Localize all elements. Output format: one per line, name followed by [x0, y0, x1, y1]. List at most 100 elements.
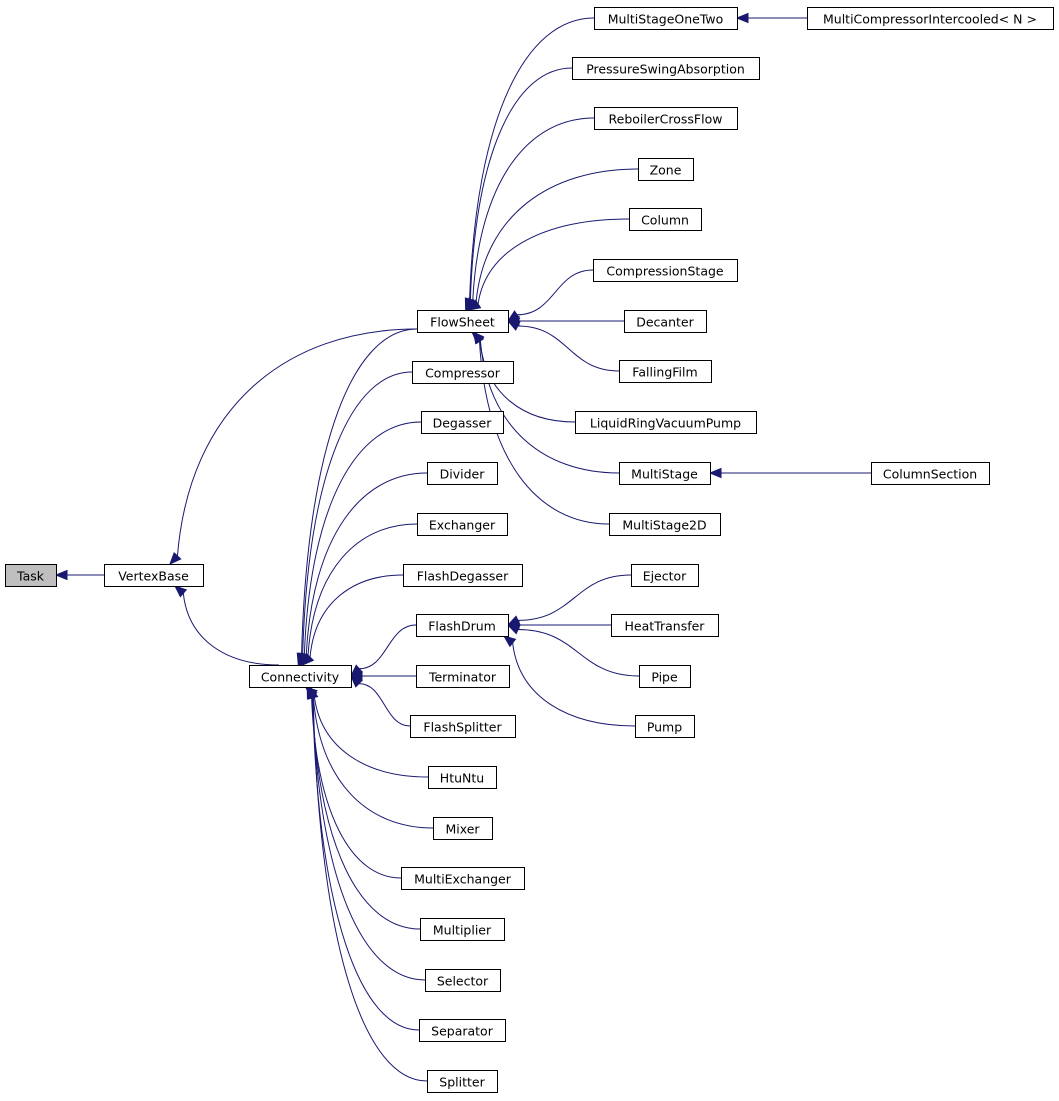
class-node-mixer[interactable]: Mixer	[433, 817, 493, 840]
class-node-compression-stage[interactable]: CompressionStage	[593, 259, 738, 282]
edge-line	[312, 697, 420, 1031]
class-node-exchanger[interactable]: Exchanger	[417, 513, 508, 536]
edge-exchanger-to-connectivity	[300, 523, 418, 667]
class-node-connectivity[interactable]: Connectivity	[249, 665, 352, 688]
node-label: Pipe	[651, 670, 678, 685]
edge-compressor-to-connectivity	[297, 371, 413, 667]
class-node-pump[interactable]: Pump	[635, 715, 695, 738]
node-label: FlashSplitter	[423, 720, 502, 735]
class-node-terminator[interactable]: Terminator	[416, 665, 510, 688]
edge-line	[469, 67, 573, 300]
node-label: MultiStageOneTwo	[608, 12, 724, 27]
edge-line	[479, 340, 620, 474]
node-label: Compressor	[425, 366, 501, 381]
class-node-separator[interactable]: Separator	[419, 1019, 506, 1042]
class-node-htu-ntu[interactable]: HtuNtu	[428, 766, 497, 789]
edge-line	[311, 697, 426, 981]
edge-zone-to-flow-sheet	[467, 168, 639, 311]
arrow-head-icon	[506, 320, 521, 331]
node-label: Divider	[440, 467, 486, 482]
node-label: Decanter	[636, 315, 694, 330]
node-label: CompressionStage	[606, 264, 724, 279]
node-label: Pump	[647, 720, 682, 735]
node-label: Connectivity	[261, 670, 340, 685]
node-label: Task	[16, 569, 45, 584]
class-node-ejector[interactable]: Ejector	[631, 564, 699, 587]
edge-multi-compressor-intercooled-to-multi-stage-one-two	[735, 12, 807, 24]
arrow-head-icon	[502, 635, 517, 648]
class-node-column-section[interactable]: ColumnSection	[871, 462, 990, 485]
class-node-multi-stage2-d[interactable]: MultiStage2D	[609, 513, 721, 536]
edge-line	[475, 168, 639, 303]
edge-reboiler-cross-flow-to-flow-sheet	[466, 117, 595, 312]
class-node-selector[interactable]: Selector	[425, 969, 501, 992]
node-label: Separator	[431, 1024, 494, 1039]
class-node-multiplier[interactable]: Multiplier	[420, 918, 505, 941]
class-node-falling-film[interactable]: FallingFilm	[619, 360, 712, 383]
arrow-head-icon	[506, 624, 521, 635]
node-label: Splitter	[439, 1075, 485, 1090]
node-label: MultiStage2D	[622, 518, 706, 533]
class-node-vertex-base[interactable]: VertexBase	[104, 564, 204, 587]
class-node-multi-exchanger[interactable]: MultiExchanger	[401, 867, 525, 890]
edge-line	[512, 642, 636, 727]
class-node-reboiler-cross-flow[interactable]: ReboilerCrossFlow	[594, 107, 738, 130]
arrow-head-icon	[54, 569, 68, 581]
class-node-flow-sheet[interactable]: FlowSheet	[417, 310, 509, 333]
node-label: ReboilerCrossFlow	[609, 112, 723, 127]
node-label: MultiCompressorIntercooled< N >	[823, 12, 1037, 27]
edge-separator-to-connectivity	[307, 685, 420, 1031]
node-label: Ejector	[643, 569, 687, 584]
inheritance-graph: Task VertexBase FlowSheet Connectivity Multi…	[5, 7, 1054, 1093]
class-node-liquid-ring-vacuum-pump[interactable]: LiquidRingVacuumPump	[575, 411, 757, 434]
class-node-task: Task	[5, 564, 57, 587]
edge-line	[517, 325, 620, 372]
class-node-degasser[interactable]: Degasser	[421, 411, 504, 434]
edge-line	[302, 371, 413, 655]
class-node-column[interactable]: Column	[629, 208, 702, 231]
edge-vertex-base-to-task	[54, 569, 104, 581]
class-node-multi-stage[interactable]: MultiStage	[619, 462, 711, 485]
arrow-head-icon	[473, 330, 485, 345]
node-label: Zone	[650, 163, 682, 178]
edge-flow-sheet-to-vertex-base	[169, 328, 418, 565]
edge-line	[303, 421, 422, 655]
class-node-flash-drum[interactable]: FlashDrum	[416, 614, 509, 637]
node-label: PressureSwingAbsorption	[586, 62, 745, 77]
class-node-pipe[interactable]: Pipe	[639, 665, 691, 688]
node-label: FlashDegasser	[417, 569, 509, 584]
node-label: Selector	[437, 974, 489, 989]
class-node-compressor[interactable]: Compressor	[412, 361, 514, 384]
node-label: ColumnSection	[883, 467, 977, 482]
edge-multi-exchanger-to-connectivity	[306, 685, 402, 879]
node-label: Degasser	[433, 416, 493, 431]
edge-decanter-to-flow-sheet	[506, 315, 624, 327]
class-node-splitter[interactable]: Splitter	[427, 1070, 498, 1093]
edge-flash-degasser-to-connectivity	[301, 574, 404, 666]
class-node-pressure-swing-absorption[interactable]: PressureSwingAbsorption	[572, 57, 760, 80]
edge-line	[358, 683, 411, 727]
class-node-heat-transfer[interactable]: HeatTransfer	[611, 614, 719, 637]
edge-connectivity-to-vertex-base	[174, 585, 280, 666]
arrow-head-icon	[708, 467, 722, 479]
edge-terminator-to-connectivity	[349, 670, 417, 682]
class-node-multi-compressor-intercooled[interactable]: MultiCompressorIntercooled< N >	[807, 7, 1054, 30]
edge-pump-to-flash-drum	[502, 635, 636, 727]
arrow-head-icon	[735, 12, 749, 24]
node-label: VertexBase	[118, 569, 189, 584]
class-node-divider[interactable]: Divider	[427, 462, 498, 485]
class-node-decanter[interactable]: Decanter	[624, 310, 707, 333]
class-node-flash-degasser[interactable]: FlashDegasser	[403, 564, 523, 587]
edge-multiplier-to-connectivity	[307, 685, 421, 930]
class-node-zone[interactable]: Zone	[638, 158, 694, 181]
class-node-flash-splitter[interactable]: FlashSplitter	[410, 715, 516, 738]
node-label: LiquidRingVacuumPump	[590, 416, 741, 431]
edge-multi-stage-to-flow-sheet	[472, 331, 620, 474]
edge-line	[307, 523, 418, 657]
edge-line	[301, 328, 418, 655]
edge-line	[176, 328, 418, 556]
class-node-multi-stage-one-two[interactable]: MultiStageOneTwo	[594, 7, 738, 30]
arrow-head-icon	[174, 585, 188, 598]
node-label: Multiplier	[433, 923, 492, 938]
edge-line	[311, 697, 421, 930]
